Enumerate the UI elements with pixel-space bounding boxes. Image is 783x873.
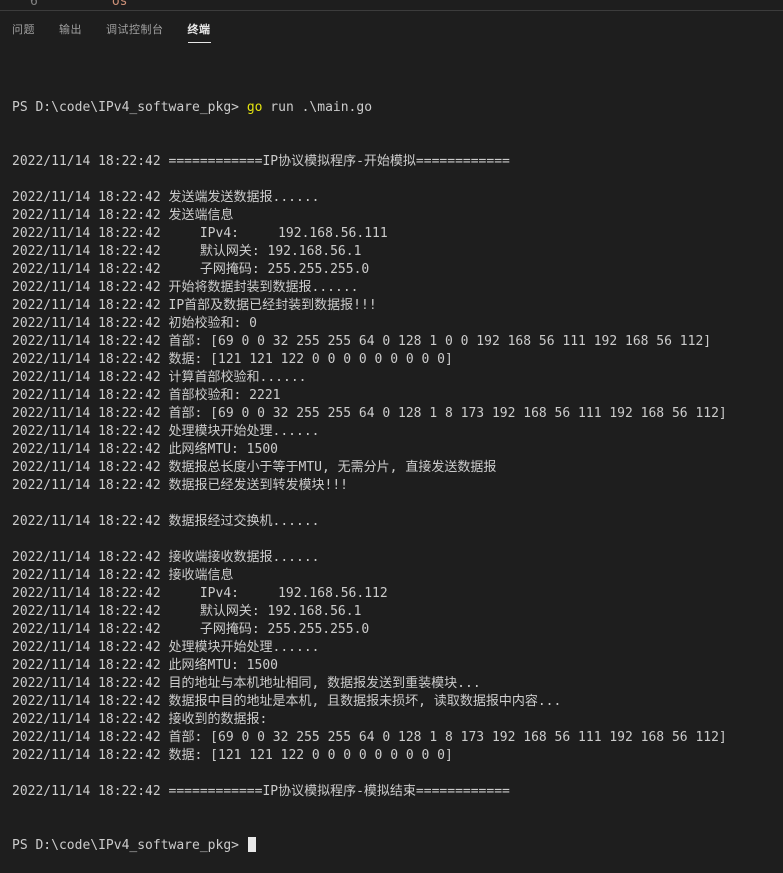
editor-line-number: 6 — [30, 0, 38, 9]
terminal-prompt: PS D:\code\IPv4_software_pkg> — [12, 100, 247, 115]
terminal-log: 2022/11/14 18:22:42 ============IP协议模拟程序… — [12, 153, 783, 801]
terminal-log-line: 2022/11/14 18:22:42 默认网关: 192.168.56.1 — [12, 244, 362, 259]
terminal-log-line: 2022/11/14 18:22:42 初始校验和: 0 — [12, 316, 258, 331]
tab-output[interactable]: 输出 — [59, 11, 82, 47]
terminal-log-line: 2022/11/14 18:22:42 此网络MTU: 1500 — [12, 442, 278, 457]
terminal-log-line — [12, 171, 783, 189]
terminal-cursor — [247, 837, 256, 852]
terminal-log-line: 2022/11/14 18:22:42 数据: [121 121 122 0 0… — [12, 352, 453, 367]
terminal-log-line: 2022/11/14 18:22:42 子网掩码: 255.255.255.0 — [12, 262, 370, 277]
editor-code-fragment: "os" — [104, 0, 136, 9]
terminal-log-line — [12, 495, 783, 513]
terminal-log-line: 2022/11/14 18:22:42 数据报经过交换机...... — [12, 514, 320, 529]
tab-terminal[interactable]: 终端 — [187, 11, 211, 47]
terminal-log-line: 2022/11/14 18:22:42 发送端信息 — [12, 208, 234, 223]
tab-debug-console[interactable]: 调试控制台 — [106, 11, 164, 47]
editor-remnant: 6 "os" — [0, 0, 783, 10]
terminal-log-line: 2022/11/14 18:22:42 首部校验和: 2221 — [12, 388, 281, 403]
terminal-log-line: 2022/11/14 18:22:42 ============IP协议模拟程序… — [12, 154, 510, 169]
terminal-log-line: 2022/11/14 18:22:42 接收端接收数据报...... — [12, 550, 320, 565]
terminal-log-line: 2022/11/14 18:22:42 子网掩码: 255.255.255.0 — [12, 622, 370, 637]
terminal-log-line: 2022/11/14 18:22:42 计算首部校验和...... — [12, 370, 307, 385]
terminal-log-line: 2022/11/14 18:22:42 目的地址与本机地址相同, 数据报发送到重… — [12, 676, 481, 691]
terminal-log-line: 2022/11/14 18:22:42 接收到的数据报: — [12, 712, 268, 727]
terminal-log-line: 2022/11/14 18:22:42 此网络MTU: 1500 — [12, 658, 278, 673]
terminal-final-prompt: PS D:\code\IPv4_software_pkg> — [12, 838, 247, 853]
terminal-output[interactable]: PS D:\code\IPv4_software_pkg> go run .\m… — [12, 63, 783, 873]
terminal-log-line — [12, 765, 783, 783]
command-executable: go — [246, 100, 263, 115]
terminal-log-line: 2022/11/14 18:22:42 接收端信息 — [12, 568, 234, 583]
terminal-log-line: 2022/11/14 18:22:42 首部: [69 0 0 32 255 2… — [12, 730, 727, 745]
terminal-log-line: 2022/11/14 18:22:42 处理模块开始处理...... — [12, 424, 320, 439]
terminal-log-line: 2022/11/14 18:22:42 数据: [121 121 122 0 0… — [12, 748, 453, 763]
terminal-command-line: PS D:\code\IPv4_software_pkg> go run .\m… — [12, 99, 783, 117]
terminal-log-line: 2022/11/14 18:22:42 处理模块开始处理...... — [12, 640, 320, 655]
terminal-log-line: 2022/11/14 18:22:42 数据报总长度小于等于MTU, 无需分片,… — [12, 460, 497, 475]
terminal-input-line[interactable]: PS D:\code\IPv4_software_pkg> — [12, 837, 783, 855]
terminal-log-line: 2022/11/14 18:22:42 数据报中目的地址是本机, 且数据报未损坏… — [12, 694, 562, 709]
terminal-log-line: 2022/11/14 18:22:42 ============IP协议模拟程序… — [12, 784, 510, 799]
terminal-log-line: 2022/11/14 18:22:42 IPv4: 192.168.56.111 — [12, 226, 388, 241]
terminal-log-line — [12, 531, 783, 549]
command-arguments: run .\main.go — [262, 100, 373, 115]
tab-problems[interactable]: 问题 — [12, 11, 35, 47]
terminal-log-line: 2022/11/14 18:22:42 数据报已经发送到转发模块!!! — [12, 478, 349, 493]
terminal-log-line: 2022/11/14 18:22:42 首部: [69 0 0 32 255 2… — [12, 406, 727, 421]
terminal-log-line: 2022/11/14 18:22:42 IP首部及数据已经封装到数据报!!! — [12, 298, 377, 313]
panel-tabs: 问题 输出 调试控制台 终端 — [0, 11, 783, 47]
terminal-log-line: 2022/11/14 18:22:42 IPv4: 192.168.56.112 — [12, 586, 388, 601]
terminal-log-line: 2022/11/14 18:22:42 开始将数据封装到数据报...... — [12, 280, 359, 295]
terminal-log-line: 2022/11/14 18:22:42 默认网关: 192.168.56.1 — [12, 604, 362, 619]
terminal-log-line: 2022/11/14 18:22:42 发送端发送数据报...... — [12, 190, 320, 205]
terminal-log-line: 2022/11/14 18:22:42 首部: [69 0 0 32 255 2… — [12, 334, 712, 349]
